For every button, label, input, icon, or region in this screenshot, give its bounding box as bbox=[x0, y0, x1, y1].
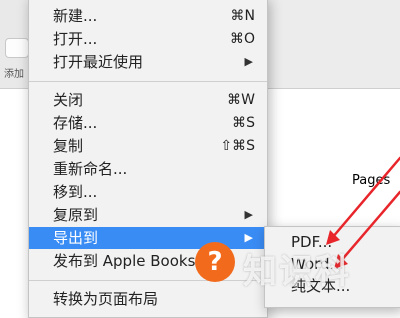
menu-item-move-to[interactable]: 移到... bbox=[29, 181, 267, 203]
document-text: Pages bbox=[352, 173, 391, 188]
menu-item-label: 重新命名... bbox=[53, 160, 128, 178]
watermark-question-icon: ? bbox=[195, 242, 235, 282]
menu-item-label: 复制 bbox=[53, 137, 84, 155]
menu-item-shortcut: ⌘O bbox=[229, 31, 255, 47]
menu-item-label: 打开... bbox=[53, 30, 98, 48]
menu-item-shortcut: ⌘S bbox=[232, 115, 255, 131]
menu-item-close[interactable]: 关闭 ⌘W bbox=[29, 89, 267, 111]
menu-item-open[interactable]: 打开... ⌘O bbox=[29, 28, 267, 50]
menu-item-label: 发布到 Apple Books... bbox=[53, 252, 210, 270]
menu-item-revert-to[interactable]: 复原到 ▶ bbox=[29, 204, 267, 226]
menu-item-label: 移到... bbox=[53, 183, 98, 201]
menu-item-shortcut: ⌘W bbox=[227, 92, 255, 108]
toolbar-add-label: 添加 bbox=[4, 69, 24, 80]
menu-item-label: 存储... bbox=[53, 114, 98, 132]
submenu-arrow-icon: ▶ bbox=[244, 208, 253, 221]
menu-item-save[interactable]: 存储... ⌘S bbox=[29, 112, 267, 134]
menu-item-shortcut: ⌘N bbox=[230, 8, 255, 24]
toolbar-add-button[interactable] bbox=[5, 38, 29, 58]
menu-item-label: 关闭 bbox=[53, 91, 84, 109]
toolbar-right-area bbox=[262, 0, 400, 88]
menu-separator bbox=[29, 81, 267, 82]
menu-item-open-recent[interactable]: 打开最近使用 ▶ bbox=[29, 51, 267, 73]
menu-item-new[interactable]: 新建... ⌘N bbox=[29, 5, 267, 27]
menu-item-rename[interactable]: 重新命名... bbox=[29, 158, 267, 180]
watermark: ? 知识科 bbox=[195, 238, 400, 298]
watermark-text: 知识科 bbox=[243, 252, 351, 292]
menu-item-label: 新建... bbox=[53, 7, 98, 25]
menu-item-label: 导出到 bbox=[53, 229, 99, 247]
menu-item-duplicate[interactable]: 复制 ⇧⌘S bbox=[29, 135, 267, 157]
submenu-arrow-icon: ▶ bbox=[244, 55, 253, 68]
menu-item-label: 打开最近使用 bbox=[53, 53, 144, 71]
menu-item-label: 复原到 bbox=[53, 206, 99, 224]
menu-item-label: 转换为页面布局 bbox=[53, 290, 159, 308]
menu-item-shortcut: ⇧⌘S bbox=[220, 138, 255, 154]
